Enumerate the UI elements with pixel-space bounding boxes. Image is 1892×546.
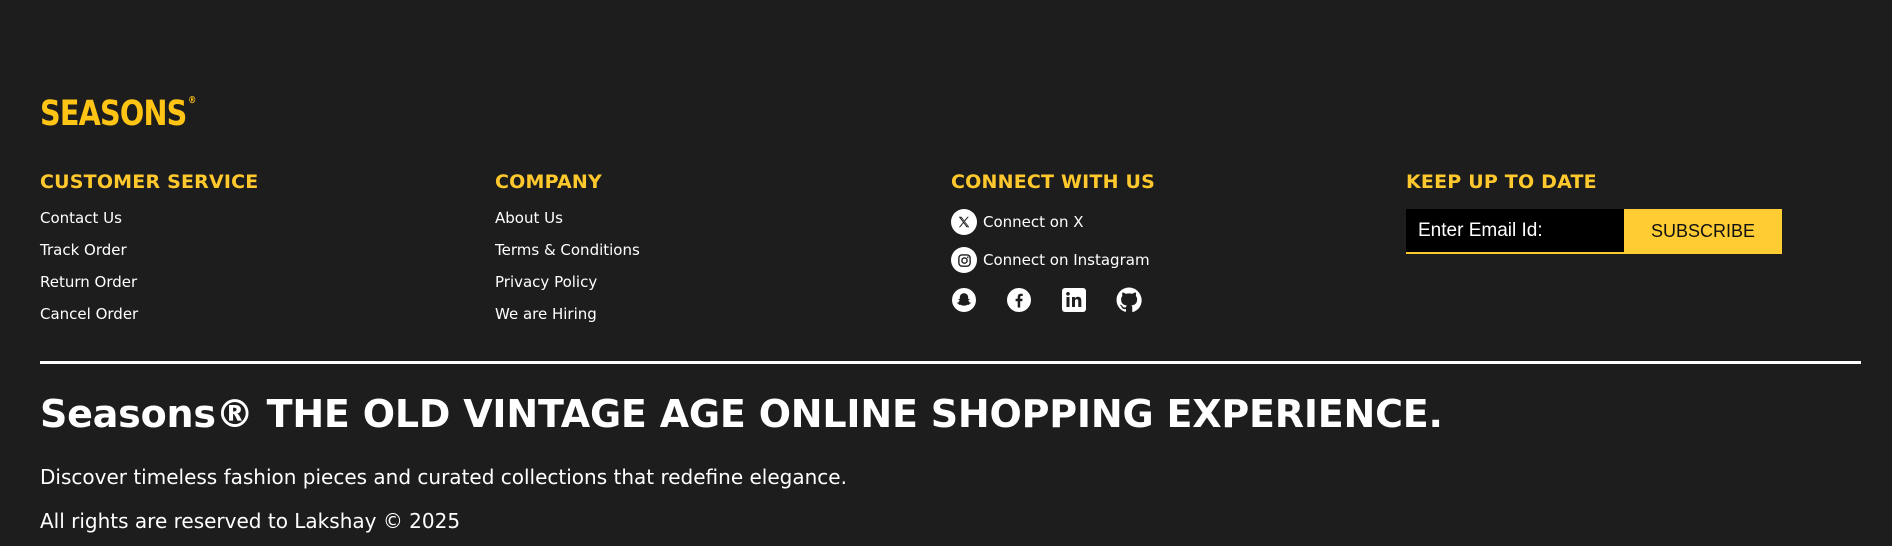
footer-description: Discover timeless fashion pieces and cur… xyxy=(40,465,847,489)
connect-on-x-label: Connect on X xyxy=(983,213,1084,231)
newsletter-column: KEEP UP TO DATE SUBSCRIBE xyxy=(1406,170,1782,254)
contact-us-link[interactable]: Contact Us xyxy=(40,209,259,241)
snapchat-icon[interactable] xyxy=(951,287,977,313)
instagram-icon xyxy=(951,247,977,273)
connect-on-instagram-label: Connect on Instagram xyxy=(983,251,1150,269)
connect-on-instagram-link[interactable]: Connect on Instagram xyxy=(951,247,1171,273)
connect-on-x-link[interactable]: Connect on X xyxy=(951,209,1171,235)
company-heading: COMPANY xyxy=(495,171,602,193)
company-column: COMPANY About Us Terms & Conditions Priv… xyxy=(495,170,640,337)
footer-divider xyxy=(40,361,1861,364)
connect-column: CONNECT WITH US Connect on X Connect on … xyxy=(951,170,1171,313)
facebook-icon[interactable] xyxy=(1006,287,1032,313)
footer-columns: CUSTOMER SERVICE Contact Us Track Order … xyxy=(40,170,1860,330)
company-links: About Us Terms & Conditions Privacy Poli… xyxy=(495,209,640,337)
subscribe-form: SUBSCRIBE xyxy=(1406,209,1782,254)
customer-service-heading: CUSTOMER SERVICE xyxy=(40,171,259,193)
copyright-text: All rights are reserved to Lakshay © 202… xyxy=(40,509,461,533)
track-order-link[interactable]: Track Order xyxy=(40,241,259,273)
seasons-logo[interactable]: SEASONS ® xyxy=(40,94,196,134)
terms-conditions-link[interactable]: Terms & Conditions xyxy=(495,241,640,273)
customer-service-column: CUSTOMER SERVICE Contact Us Track Order … xyxy=(40,170,259,337)
about-us-link[interactable]: About Us xyxy=(495,209,640,241)
newsletter-heading: KEEP UP TO DATE xyxy=(1406,171,1597,193)
github-icon[interactable] xyxy=(1116,287,1142,313)
site-footer: SEASONS ® CUSTOMER SERVICE Contact Us Tr… xyxy=(0,0,1892,546)
social-icons-row xyxy=(951,287,1171,313)
registered-mark: ® xyxy=(188,95,196,106)
cancel-order-link[interactable]: Cancel Order xyxy=(40,305,259,337)
subscribe-button[interactable]: SUBSCRIBE xyxy=(1624,209,1782,254)
privacy-policy-link[interactable]: Privacy Policy xyxy=(495,273,640,305)
x-icon xyxy=(951,209,977,235)
linkedin-icon[interactable] xyxy=(1061,287,1087,313)
we-are-hiring-link[interactable]: We are Hiring xyxy=(495,305,640,337)
footer-tagline: Seasons® THE OLD VINTAGE AGE ONLINE SHOP… xyxy=(40,392,1443,436)
connect-heading: CONNECT WITH US xyxy=(951,171,1156,193)
return-order-link[interactable]: Return Order xyxy=(40,273,259,305)
logo-text: SEASONS xyxy=(40,94,187,134)
customer-service-links: Contact Us Track Order Return Order Canc… xyxy=(40,209,259,337)
email-input[interactable] xyxy=(1406,209,1624,254)
